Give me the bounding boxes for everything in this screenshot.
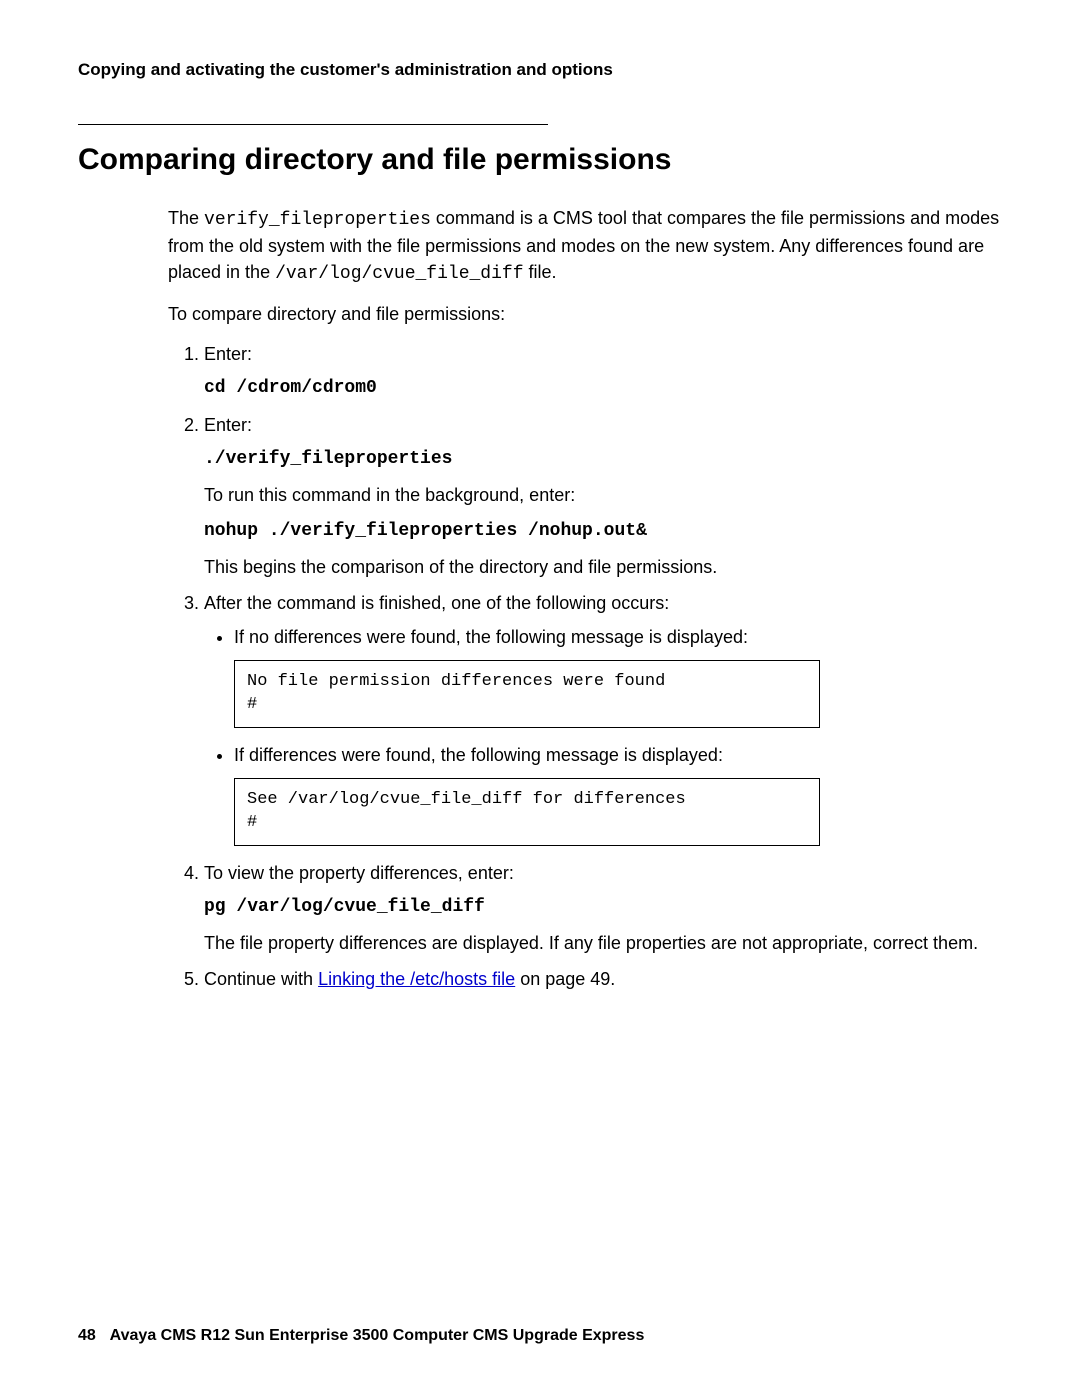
doc-title: Avaya CMS R12 Sun Enterprise 3500 Comput… xyxy=(110,1327,645,1344)
running-header: Copying and activating the customer's ad… xyxy=(78,60,1002,80)
text: on page 49. xyxy=(515,969,615,989)
step-5: Continue with Linking the /etc/hosts fil… xyxy=(204,966,1002,992)
step-note: To run this command in the background, e… xyxy=(204,482,1002,508)
bullet-text: If no differences were found, the follow… xyxy=(234,627,748,647)
page: Copying and activating the customer's ad… xyxy=(0,0,1080,1397)
step-1: Enter: cd /cdrom/cdrom0 xyxy=(204,341,1002,401)
lead-in: To compare directory and file permission… xyxy=(168,301,1002,327)
command: cd /cdrom/cdrom0 xyxy=(204,375,1002,401)
command: nohup ./verify_fileproperties /nohup.out… xyxy=(204,518,1002,544)
step-note: This begins the comparison of the direct… xyxy=(204,554,1002,580)
output-box: No file permission differences were foun… xyxy=(234,660,820,728)
text: file. xyxy=(524,262,557,282)
step-2: Enter: ./verify_fileproperties To run th… xyxy=(204,412,1002,580)
step-4: To view the property differences, enter:… xyxy=(204,860,1002,956)
inline-path: /var/log/cvue_file_diff xyxy=(275,264,523,284)
step-text: Enter: xyxy=(204,415,252,435)
step-list: Enter: cd /cdrom/cdrom0 Enter: ./verify_… xyxy=(168,341,1002,992)
bullet-diff: If differences were found, the following… xyxy=(234,742,1002,846)
section-divider xyxy=(78,124,548,125)
page-number: 48 xyxy=(78,1327,96,1344)
command: pg /var/log/cvue_file_diff xyxy=(204,894,1002,920)
command: ./verify_fileproperties xyxy=(204,446,1002,472)
step-text: To view the property differences, enter: xyxy=(204,863,514,883)
inline-command: verify_fileproperties xyxy=(204,210,431,230)
intro-paragraph: The verify_fileproperties command is a C… xyxy=(168,205,1002,287)
text: Continue with xyxy=(204,969,318,989)
body-content: The verify_fileproperties command is a C… xyxy=(168,205,1002,992)
output-box: See /var/log/cvue_file_diff for differen… xyxy=(234,778,820,846)
step-text: Enter: xyxy=(204,344,252,364)
page-footer: 48 Avaya CMS R12 Sun Enterprise 3500 Com… xyxy=(78,1327,644,1345)
bullet-text: If differences were found, the following… xyxy=(234,745,723,765)
bullet-no-diff: If no differences were found, the follow… xyxy=(234,624,1002,728)
step-3: After the command is finished, one of th… xyxy=(204,590,1002,846)
cross-reference-link[interactable]: Linking the /etc/hosts file xyxy=(318,969,515,989)
section-title: Comparing directory and file permissions xyxy=(78,143,1002,177)
sub-bullets: If no differences were found, the follow… xyxy=(204,624,1002,846)
step-note: The file property differences are displa… xyxy=(204,930,1002,956)
step-text: After the command is finished, one of th… xyxy=(204,593,669,613)
text: The xyxy=(168,208,204,228)
